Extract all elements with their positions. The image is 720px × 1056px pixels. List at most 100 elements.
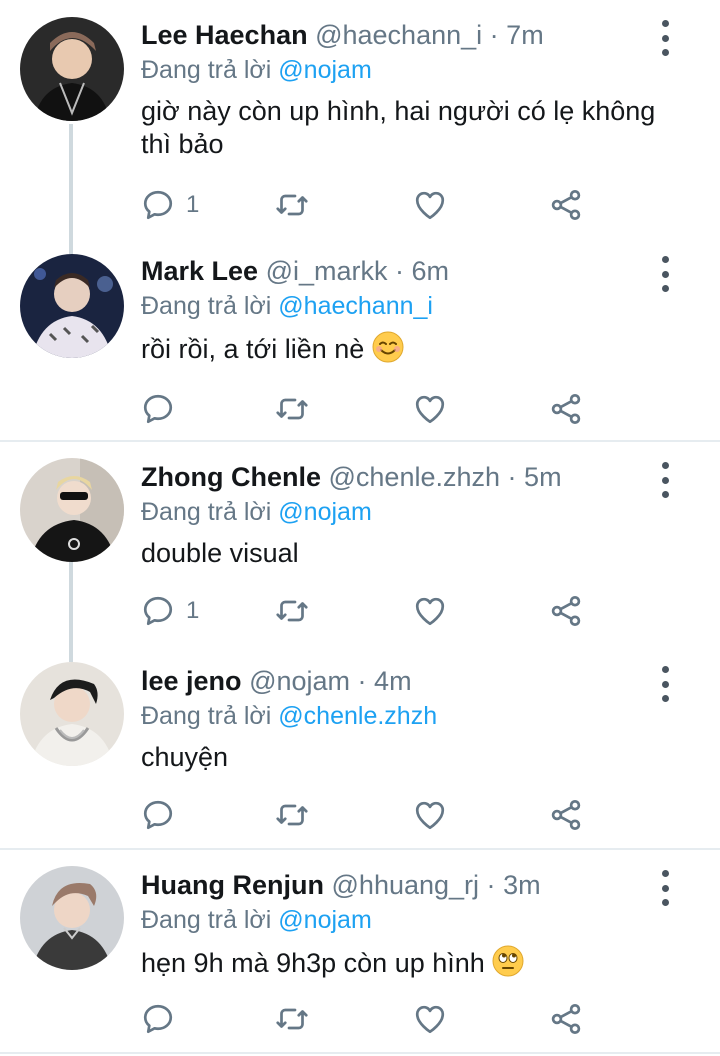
avatar[interactable] [20,254,124,358]
tweet-text-content: double visual [141,538,299,568]
more-vertical-icon[interactable] [650,870,680,906]
display-name[interactable]: Zhong Chenle [141,462,321,492]
timestamp: 4m [374,666,412,696]
share-icon [551,1004,581,1034]
reply-button[interactable]: 1 [140,180,199,230]
like-button[interactable] [412,384,448,434]
share-icon [551,800,581,830]
tweet-text-line: giờ này còn up hình, hai người có lẹ khô… [141,96,656,126]
replying-mention[interactable]: @haechann_i [278,292,433,320]
display-name[interactable]: Huang Renjun [141,870,324,900]
tweet-text-content: rồi rồi, a tới liền nè [141,334,365,364]
display-name[interactable]: Mark Lee [141,256,258,286]
heart-icon [415,191,445,220]
tweet-text: double visual [141,537,701,570]
replying-to: Đang trả lời @haechann_i [141,289,433,323]
retweet-icon [276,398,308,420]
heart-icon [415,1005,445,1034]
replying-prefix: Đang trả lời [141,498,272,526]
more-vertical-icon[interactable] [650,462,680,498]
like-button[interactable] [412,180,448,230]
share-icon [551,394,581,424]
user-handle: @haechann_i [315,20,483,50]
retweet-button[interactable] [274,180,310,230]
share-button[interactable] [548,790,584,840]
tweet-text-content: hẹn 9h mà 9h3p còn up hình [141,948,485,978]
avatar[interactable] [20,17,124,121]
reply-button[interactable] [140,384,186,434]
tweet[interactable]: Mark Lee @i_markk · 6m Đang trả lời @hae… [0,236,720,440]
avatar[interactable] [20,662,124,766]
tweet-actions [0,994,720,1044]
share-icon [551,596,581,626]
heart-icon [415,801,445,830]
separator-dot: · [486,870,496,900]
tweet-header: Huang Renjun @hhuang_rj · 3m [141,868,541,902]
reply-button[interactable]: 1 [140,586,199,636]
like-button[interactable] [412,790,448,840]
retweet-icon [276,600,308,622]
timestamp: 3m [503,870,541,900]
reply-button[interactable] [140,790,186,840]
tweet-text: hẹn 9h mà 9h3p còn up hình [141,945,701,985]
reply-button[interactable] [140,994,186,1044]
tweet-text: giờ này còn up hình, hai người có lẹ khô… [141,95,701,161]
replying-to: Đang trả lời @nojam [141,53,372,87]
replying-mention[interactable]: @chenle.zhzh [278,702,437,730]
tweet-header: Lee Haechan @haechann_i · 7m [141,18,544,52]
replying-mention[interactable]: @nojam [278,498,371,526]
divider [0,1052,720,1054]
tweet[interactable]: lee jeno @nojam · 4m Đang trả lời @chenl… [0,646,720,848]
tweet[interactable]: Huang Renjun @hhuang_rj · 3m Đang trả lờ… [0,850,720,1056]
separator-dot: · [489,20,499,50]
display-name[interactable]: lee jeno [141,666,242,696]
reply-icon [143,596,173,626]
tweet[interactable]: Zhong Chenle @chenle.zhzh · 5m Đang trả … [0,442,720,646]
reply-icon [143,1004,173,1034]
reply-icon [143,394,173,424]
share-button[interactable] [548,384,584,434]
more-vertical-icon[interactable] [650,20,680,56]
tweet-text: chuyện [141,741,701,774]
eye-roll-emoji [492,945,524,985]
like-button[interactable] [412,994,448,1044]
share-button[interactable] [548,180,584,230]
separator-dot: · [395,256,405,286]
display-name[interactable]: Lee Haechan [141,20,308,50]
more-vertical-icon[interactable] [650,666,680,702]
tweet-header: lee jeno @nojam · 4m [141,664,412,698]
tweet-header: Zhong Chenle @chenle.zhzh · 5m [141,460,562,494]
tweet[interactable]: Lee Haechan @haechann_i · 7m Đang trả lờ… [0,0,720,236]
retweet-button[interactable] [274,384,310,434]
retweet-button[interactable] [274,790,310,840]
smiling-face-emoji [372,331,404,371]
replying-mention[interactable]: @nojam [278,906,371,934]
retweet-button[interactable] [274,994,310,1044]
reply-icon [143,800,173,830]
replying-mention[interactable]: @nojam [278,56,371,84]
avatar[interactable] [20,458,124,562]
tweet-actions: 1 [0,586,720,636]
tweet-text: rồi rồi, a tới liền nè [141,331,701,371]
user-handle: @i_markk [265,256,388,286]
share-button[interactable] [548,994,584,1044]
more-vertical-icon[interactable] [650,256,680,292]
retweet-button[interactable] [274,586,310,636]
share-button[interactable] [548,586,584,636]
replying-to: Đang trả lời @nojam [141,495,372,529]
replying-prefix: Đang trả lời [141,906,272,934]
retweet-icon [276,194,308,216]
replying-prefix: Đang trả lời [141,56,272,84]
tweet-actions [0,384,720,434]
replying-prefix: Đang trả lời [141,292,272,320]
avatar[interactable] [20,866,124,970]
like-button[interactable] [412,586,448,636]
timestamp: 6m [411,256,450,286]
heart-icon [415,597,445,626]
retweet-icon [276,804,308,826]
tweet-header: Mark Lee @i_markk · 6m [141,254,449,288]
tweet-text-content: chuyện [141,742,229,772]
reply-icon [143,190,173,220]
user-handle: @hhuang_rj [331,870,480,900]
replying-to: Đang trả lời @chenle.zhzh [141,699,437,733]
